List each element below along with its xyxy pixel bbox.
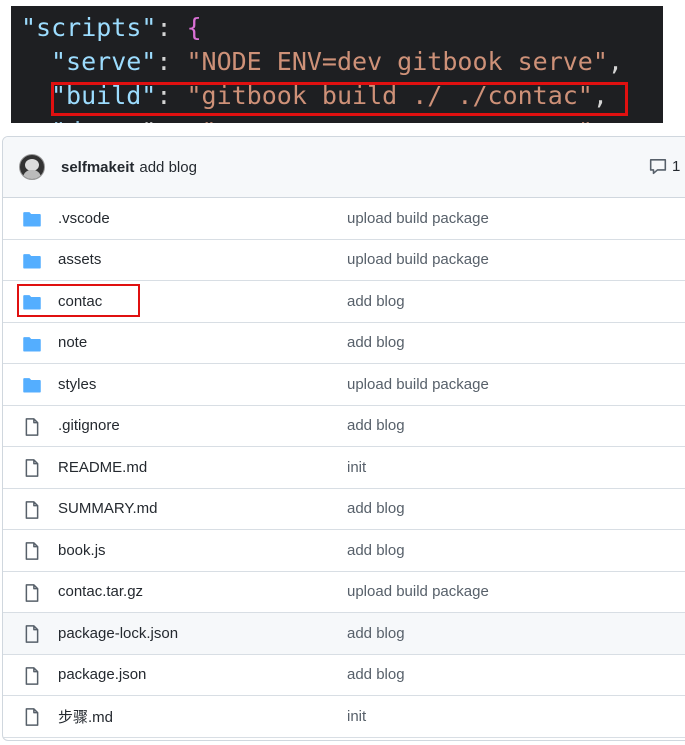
file-name-link[interactable]: contac.tar.gz	[58, 583, 143, 600]
file-name-link[interactable]: README.md	[58, 459, 147, 476]
file-name-link[interactable]: SUMMARY.md	[58, 500, 157, 517]
file-icon	[22, 417, 42, 437]
commit-message-link[interactable]: add blog	[347, 417, 405, 434]
commit-message-link[interactable]: init	[347, 459, 366, 476]
commit-message-link[interactable]: add blog	[347, 293, 405, 310]
file-row[interactable]: book.js add blog	[3, 530, 685, 572]
comment-icon	[649, 159, 667, 175]
file-row[interactable]: .vscode upload build package	[3, 198, 685, 240]
commit-comments[interactable]: 1	[649, 157, 680, 175]
file-icon	[22, 500, 42, 520]
file-name-link[interactable]: assets	[58, 251, 101, 268]
commit-message-link[interactable]: add blog	[347, 542, 405, 559]
file-name-link[interactable]: package-lock.json	[58, 625, 178, 642]
file-name-link[interactable]: .vscode	[58, 210, 110, 227]
file-row[interactable]: README.md init	[3, 447, 685, 489]
file-icon	[22, 666, 42, 686]
file-name-link[interactable]: .gitignore	[58, 417, 120, 434]
file-icon	[22, 583, 42, 603]
folder-icon	[22, 334, 42, 354]
code-snippet: "scripts": { "serve": "NODE ENV=dev gitb…	[11, 6, 663, 123]
file-row[interactable]: package-lock.json add blog	[3, 613, 685, 655]
file-row[interactable]: styles upload build package	[3, 364, 685, 406]
comment-count: 1	[672, 157, 681, 175]
file-row[interactable]: SUMMARY.md add blog	[3, 489, 685, 530]
commit-message-link[interactable]: add blog	[347, 625, 405, 642]
author-avatar[interactable]	[19, 154, 45, 180]
commit-message-link[interactable]: upload build package	[347, 251, 489, 268]
code-line-partial: "dep " " . . . . . . "	[51, 115, 593, 123]
file-name-link[interactable]: styles	[58, 376, 96, 393]
file-name-link[interactable]: 步骤.md	[58, 706, 113, 727]
file-row[interactable]: contac.tar.gz upload build package	[3, 572, 685, 613]
commit-message-link[interactable]: upload build package	[347, 583, 489, 600]
folder-icon	[22, 251, 42, 271]
code-line-serve: "serve": "NODE ENV=dev gitbook serve",	[51, 47, 623, 76]
commit-message-link[interactable]: add blog	[347, 500, 405, 517]
file-row[interactable]: assets upload build package	[3, 240, 685, 281]
file-icon	[22, 458, 42, 478]
file-row[interactable]: package.json add blog	[3, 655, 685, 696]
commit-author[interactable]: selfmakeit	[61, 159, 134, 176]
file-rows: .vscode upload build package assets upload …	[3, 198, 685, 738]
contac-folder-highlight	[17, 284, 140, 317]
file-name-link[interactable]: package.json	[58, 666, 146, 683]
file-row[interactable]: note add blog	[3, 323, 685, 364]
commit-message-link[interactable]: init	[347, 708, 366, 725]
repo-file-list: selfmakeit add blog 1 .vscode upload buil…	[2, 136, 685, 741]
file-icon	[22, 624, 42, 644]
commit-message-link[interactable]: upload build package	[347, 210, 489, 227]
build-line-highlight	[51, 82, 628, 116]
folder-icon	[22, 375, 42, 395]
file-name-link[interactable]: book.js	[58, 542, 106, 559]
file-icon	[22, 707, 42, 727]
folder-icon	[22, 209, 42, 229]
commit-message-link[interactable]: add blog	[347, 334, 405, 351]
commit-message-link[interactable]: add blog	[347, 666, 405, 683]
latest-commit-bar: selfmakeit add blog 1	[3, 137, 685, 198]
file-row[interactable]: .gitignore add blog	[3, 406, 685, 447]
commit-message[interactable]: add blog	[139, 159, 197, 176]
file-icon	[22, 541, 42, 561]
file-name-link[interactable]: note	[58, 334, 87, 351]
file-row[interactable]: 步骤.md init	[3, 696, 685, 738]
code-line-scripts: "scripts": {	[21, 13, 202, 42]
commit-message-link[interactable]: upload build package	[347, 376, 489, 393]
